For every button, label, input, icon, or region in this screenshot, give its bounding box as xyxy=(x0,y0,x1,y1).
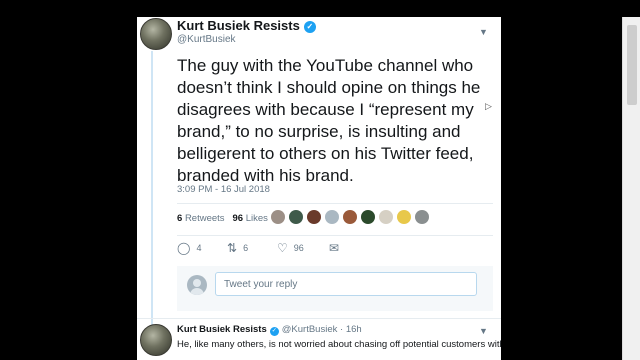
liker-avatar[interactable] xyxy=(415,210,429,224)
scrollbar[interactable] xyxy=(622,17,640,360)
liker-avatar[interactable] xyxy=(379,210,393,224)
chevron-down-icon[interactable]: ▼ xyxy=(479,326,488,336)
liker-avatar[interactable] xyxy=(397,210,411,224)
reply-area xyxy=(177,266,493,311)
liker-avatar[interactable] xyxy=(343,210,357,224)
liker-avatar[interactable] xyxy=(361,210,375,224)
divider xyxy=(177,235,493,236)
liker-avatar[interactable] xyxy=(289,210,303,224)
verified-badge-icon: ✓ xyxy=(269,327,279,336)
reply-icon: ◯ xyxy=(177,241,191,255)
reply-input[interactable] xyxy=(215,272,477,296)
tweet-text: The guy with the YouTube channel who doe… xyxy=(177,56,481,185)
top-black-bar xyxy=(0,0,640,17)
direct-message-button[interactable]: ✉ xyxy=(329,241,345,255)
liker-avatar[interactable] xyxy=(307,210,321,224)
retweet-button[interactable]: ⇅ 6 xyxy=(227,241,248,255)
author-handle[interactable]: @KurtBusiek xyxy=(177,34,236,45)
envelope-icon: ✉ xyxy=(329,241,340,255)
user-avatar xyxy=(187,275,207,295)
next-tweet[interactable]: Kurt Busiek Resists ✓ @KurtBusiek · 16h ▼ … xyxy=(137,318,501,360)
liker-avatar[interactable] xyxy=(271,210,285,224)
heart-icon: ♡ xyxy=(277,241,288,255)
retweet-icon: ⇅ xyxy=(227,241,238,255)
author-name-row[interactable]: Kurt Busiek Resists ✓ xyxy=(177,18,316,33)
chevron-down-icon[interactable]: ▼ xyxy=(479,27,488,37)
author-name[interactable]: Kurt Busiek Resists xyxy=(177,18,300,33)
thread-line xyxy=(151,51,153,331)
author-avatar[interactable] xyxy=(140,18,172,50)
next-tweet-age[interactable]: 16h xyxy=(346,324,362,335)
scrollbar-thumb[interactable] xyxy=(627,25,637,105)
reply-button[interactable]: ◯ 4 xyxy=(177,241,201,255)
next-author-handle[interactable]: @KurtBusiek xyxy=(282,324,338,335)
likers-avatars xyxy=(271,210,433,226)
like-button[interactable]: ♡ 96 xyxy=(277,241,304,255)
divider xyxy=(177,203,493,204)
likes-stat[interactable]: 96 Likes xyxy=(232,213,267,224)
next-author-name[interactable]: Kurt Busiek Resists xyxy=(177,324,267,335)
tweet-card: Kurt Busiek Resists ✓ @KurtBusiek ▼ The g… xyxy=(137,17,501,360)
liker-avatar[interactable] xyxy=(325,210,339,224)
next-tweet-header: Kurt Busiek Resists ✓ @KurtBusiek · 16h xyxy=(177,324,362,336)
retweets-stat[interactable]: 6 Retweets xyxy=(177,213,225,224)
tweet-stats: 6 Retweets 96 Likes xyxy=(177,213,268,224)
verified-badge-icon: ✓ xyxy=(303,21,316,33)
mouse-cursor-icon: ▷ xyxy=(485,101,492,111)
next-tweet-text: He, like many others, is not worried abo… xyxy=(177,339,501,350)
tweet-timestamp[interactable]: 3:09 PM - 16 Jul 2018 xyxy=(177,184,270,195)
separator-dot: · xyxy=(340,324,344,335)
next-author-avatar[interactable] xyxy=(140,324,172,356)
